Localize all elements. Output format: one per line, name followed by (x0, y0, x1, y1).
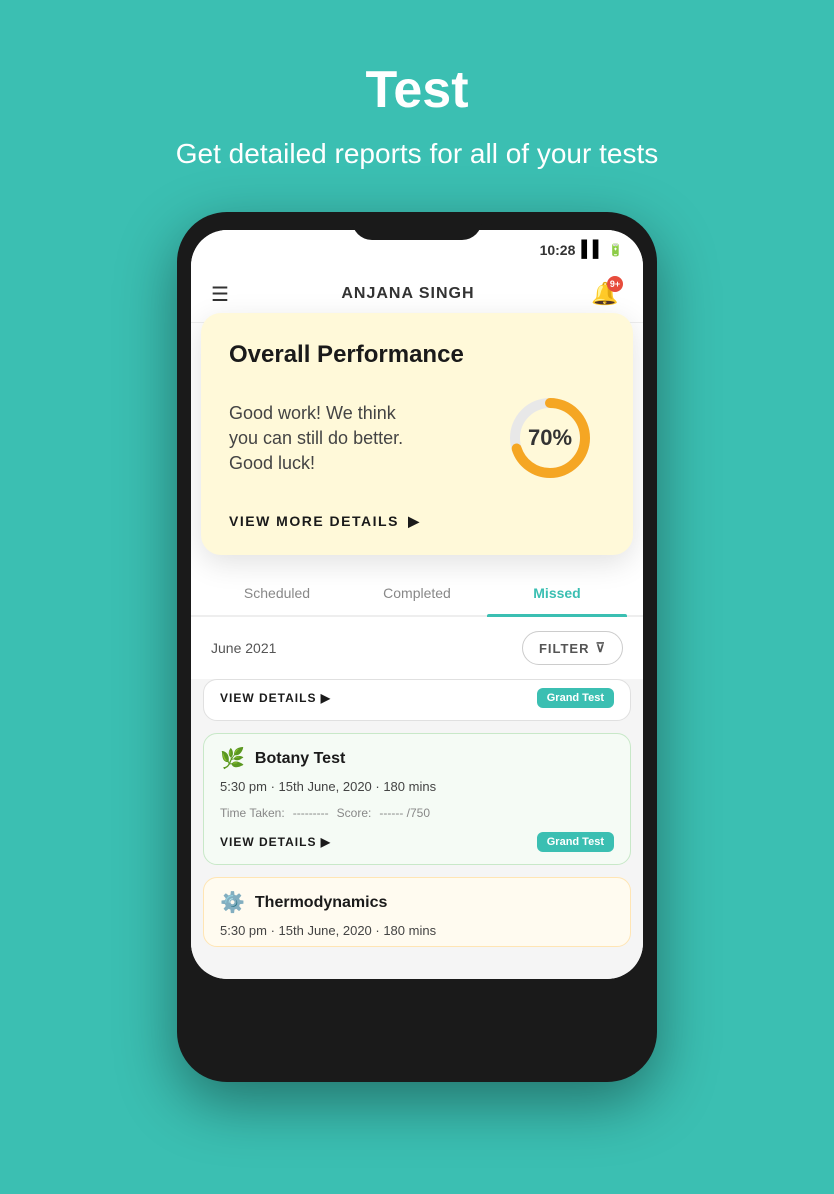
tabs-bar: Scheduled Completed Missed (191, 571, 643, 617)
performance-card: Overall Performance Good work! We think … (201, 313, 633, 555)
botany-time-taken-value: --------- (293, 806, 329, 820)
thermo-test-card: ⚙️ Thermodynamics 5:30 pm · 15th June, 2… (203, 877, 631, 947)
thermo-test-name: Thermodynamics (255, 894, 387, 912)
botany-test-details: Time Taken: --------- Score: ------ /750 (204, 802, 630, 824)
status-icons: ▌▌ 🔋 (581, 241, 623, 259)
filter-button[interactable]: FILTER ⊽ (522, 631, 623, 665)
first-test-card: VIEW DETAILS ▶ Grand Test (203, 679, 631, 721)
botany-test-card: 🌿 Botany Test 5:30 pm · 15th June, 2020 … (203, 733, 631, 865)
thermo-test-datetime: 5:30 pm · 15th June, 2020 · 180 mins (204, 923, 630, 946)
notification-button[interactable]: 🔔 9+ (587, 276, 623, 312)
first-card-view-details[interactable]: VIEW DETAILS ▶ (220, 691, 331, 705)
arrow-right-icon: ▶ (403, 513, 421, 529)
thermo-icon: ⚙️ (220, 890, 245, 915)
donut-percentage: 70% (528, 425, 572, 451)
tab-completed[interactable]: Completed (347, 571, 487, 615)
filter-row: June 2021 FILTER ⊽ (191, 617, 643, 679)
tab-scheduled[interactable]: Scheduled (207, 571, 347, 615)
botany-test-datetime: 5:30 pm · 15th June, 2020 · 180 mins (204, 779, 630, 802)
first-card-grand-test-badge: Grand Test (537, 688, 614, 708)
menu-icon[interactable]: ☰ (211, 282, 229, 307)
donut-chart: 70% (495, 383, 605, 493)
user-name: ANJANA SINGH (341, 285, 474, 303)
performance-title: Overall Performance (229, 341, 605, 369)
status-time: 10:28 (540, 242, 576, 258)
screen-content: Scheduled Completed Missed June 2021 FIL… (191, 571, 643, 979)
filter-icon: ⊽ (595, 640, 606, 656)
phone-notch (352, 212, 482, 240)
battery-icon: 🔋 (608, 243, 623, 257)
phone-frame: 10:28 ▌▌ 🔋 ☰ ANJANA SINGH 🔔 9+ Overall P… (177, 212, 657, 1082)
thermo-card-header: ⚙️ Thermodynamics (204, 878, 630, 923)
botany-time-taken-label: Time Taken: (220, 806, 285, 820)
botany-grand-test-badge: Grand Test (537, 832, 614, 852)
view-more-details-button[interactable]: VIEW MORE DETAILS ▶ (229, 513, 421, 530)
botany-card-header: 🌿 Botany Test (204, 734, 630, 779)
filter-label: FILTER (539, 641, 590, 656)
botany-score-label: Score: (337, 806, 372, 820)
page-subtitle: Get detailed reports for all of your tes… (116, 136, 718, 172)
botany-score-value: ------ /750 (379, 806, 430, 820)
tab-missed[interactable]: Missed (487, 571, 627, 615)
phone-wrapper: 10:28 ▌▌ 🔋 ☰ ANJANA SINGH 🔔 9+ Overall P… (177, 212, 657, 1082)
notification-badge: 9+ (607, 276, 623, 292)
phone-screen: 10:28 ▌▌ 🔋 ☰ ANJANA SINGH 🔔 9+ Overall P… (191, 230, 643, 979)
signal-icon: ▌▌ (581, 241, 604, 259)
botany-card-actions: VIEW DETAILS ▶ Grand Test (204, 824, 630, 864)
page-title: Test (365, 60, 468, 120)
botany-view-details-button[interactable]: VIEW DETAILS ▶ (220, 835, 331, 849)
botany-icon: 🌿 (220, 746, 245, 771)
filter-month: June 2021 (211, 640, 276, 656)
performance-description: Good work! We think you can still do bet… (229, 401, 429, 477)
performance-content: Good work! We think you can still do bet… (229, 383, 605, 493)
botany-test-name: Botany Test (255, 750, 345, 768)
